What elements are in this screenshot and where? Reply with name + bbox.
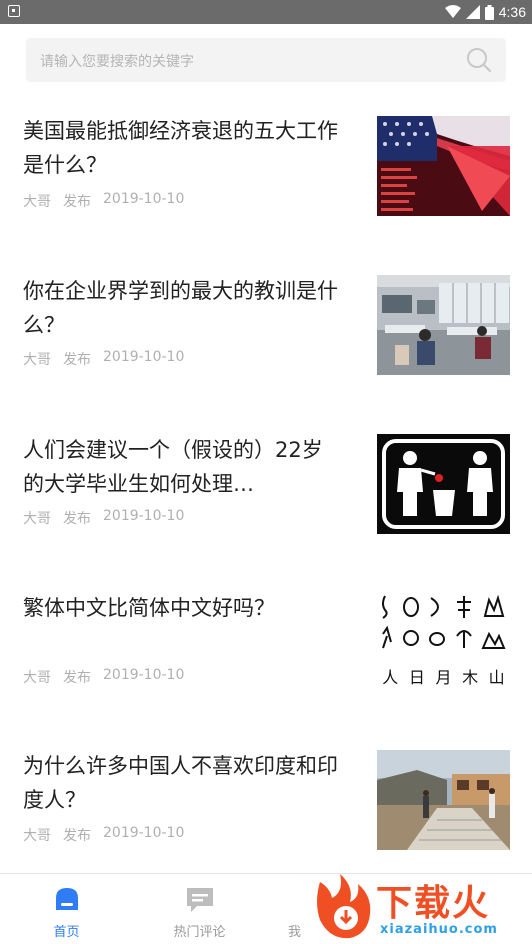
- article-author: 大哥: [23, 828, 51, 844]
- article-action: 发布: [63, 511, 91, 527]
- glyph-label: 山: [488, 668, 505, 687]
- article-date: 2019-10-10: [103, 508, 185, 524]
- watermark-brand: 下载火: [376, 883, 491, 924]
- glyph-label: 木: [462, 668, 479, 687]
- article-meta: 大哥 发布 2019-10-10: [23, 349, 184, 369]
- app-screen: 4:36 请输入您要搜索的关键字 美国最能抵御经济衰退的五大工作是什么？ 大哥 …: [0, 0, 532, 944]
- article-action: 发布: [63, 352, 91, 368]
- article-author: 大哥: [23, 670, 51, 686]
- flame-logo-icon: [317, 874, 371, 939]
- glyph-label: 月: [435, 668, 452, 687]
- article-date: 2019-10-10: [103, 349, 185, 365]
- article-author: 大哥: [23, 352, 51, 368]
- article-item[interactable]: 人们会建议一个（假设的）22岁的大学毕业生如何处理… 大哥 发布 2019-10…: [0, 433, 532, 563]
- comment-icon[interactable]: [185, 884, 215, 914]
- article-action: 发布: [63, 194, 91, 210]
- tab-label[interactable]: 首页: [0, 921, 133, 940]
- article-meta: 大哥 发布 2019-10-10: [23, 508, 184, 528]
- search-placeholder[interactable]: 请输入您要搜索的关键字: [40, 51, 194, 71]
- flag-market-image[interactable]: [377, 116, 510, 216]
- status-time: 4:36: [498, 4, 526, 20]
- signal-icon: [465, 5, 480, 19]
- watermark-logo: 下载火 xiazaihuo.com: [310, 872, 532, 944]
- article-date: 2019-10-10: [103, 825, 185, 841]
- article-author: 大哥: [23, 511, 51, 527]
- article-title[interactable]: 为什么许多中国人不喜欢印度和印度人？: [23, 749, 343, 817]
- status-bar: 4:36: [0, 0, 532, 24]
- street-image[interactable]: [377, 750, 510, 850]
- article-date: 2019-10-10: [103, 667, 185, 683]
- article-item[interactable]: 你在企业界学到的最大的教训是什么？ 大哥 发布 2019-10-10: [0, 274, 532, 404]
- glyph-labels: 人 日 月 木 山: [377, 664, 510, 688]
- wifi-icon: [444, 5, 461, 18]
- status-right: 4:36: [444, 0, 526, 24]
- office-image[interactable]: [377, 275, 510, 375]
- article-title[interactable]: 你在企业界学到的最大的教训是什么？: [23, 274, 343, 342]
- article-title[interactable]: 人们会建议一个（假设的）22岁的大学毕业生如何处理…: [23, 433, 343, 501]
- article-meta: 大哥 发布 2019-10-10: [23, 825, 184, 845]
- search-bar[interactable]: 请输入您要搜索的关键字: [26, 38, 506, 82]
- article-action: 发布: [63, 828, 91, 844]
- notification-icon: [8, 5, 20, 17]
- glyph-chart-image[interactable]: 人 日 月 木 山: [377, 592, 510, 692]
- recycle-sign-image[interactable]: [377, 434, 510, 534]
- article-title[interactable]: 美国最能抵御经济衰退的五大工作是什么？: [23, 114, 343, 182]
- watermark-url: xiazaihuo.com: [380, 922, 498, 937]
- article-item[interactable]: 美国最能抵御经济衰退的五大工作是什么？ 大哥 发布 2019-10-10: [0, 114, 532, 244]
- tab-home[interactable]: 首页: [0, 874, 133, 944]
- article-action: 发布: [63, 670, 91, 686]
- article-item[interactable]: 为什么许多中国人不喜欢印度和印度人？ 大哥 发布 2019-10-10: [0, 749, 532, 879]
- article-author: 大哥: [23, 194, 51, 210]
- article-item[interactable]: 繁体中文比简体中文好吗？ 大哥 发布 2019-10-10 人 日 月 木 山: [0, 591, 532, 721]
- glyph-label: 人: [382, 668, 399, 687]
- article-meta: 大哥 发布 2019-10-10: [23, 191, 184, 211]
- article-meta: 大哥 发布 2019-10-10: [23, 667, 184, 687]
- article-title[interactable]: 繁体中文比简体中文好吗？: [23, 591, 343, 625]
- home-icon[interactable]: [52, 884, 82, 914]
- search-icon[interactable]: [466, 47, 492, 73]
- article-date: 2019-10-10: [103, 191, 185, 207]
- battery-icon: [484, 4, 494, 20]
- glyph-label: 日: [408, 668, 425, 687]
